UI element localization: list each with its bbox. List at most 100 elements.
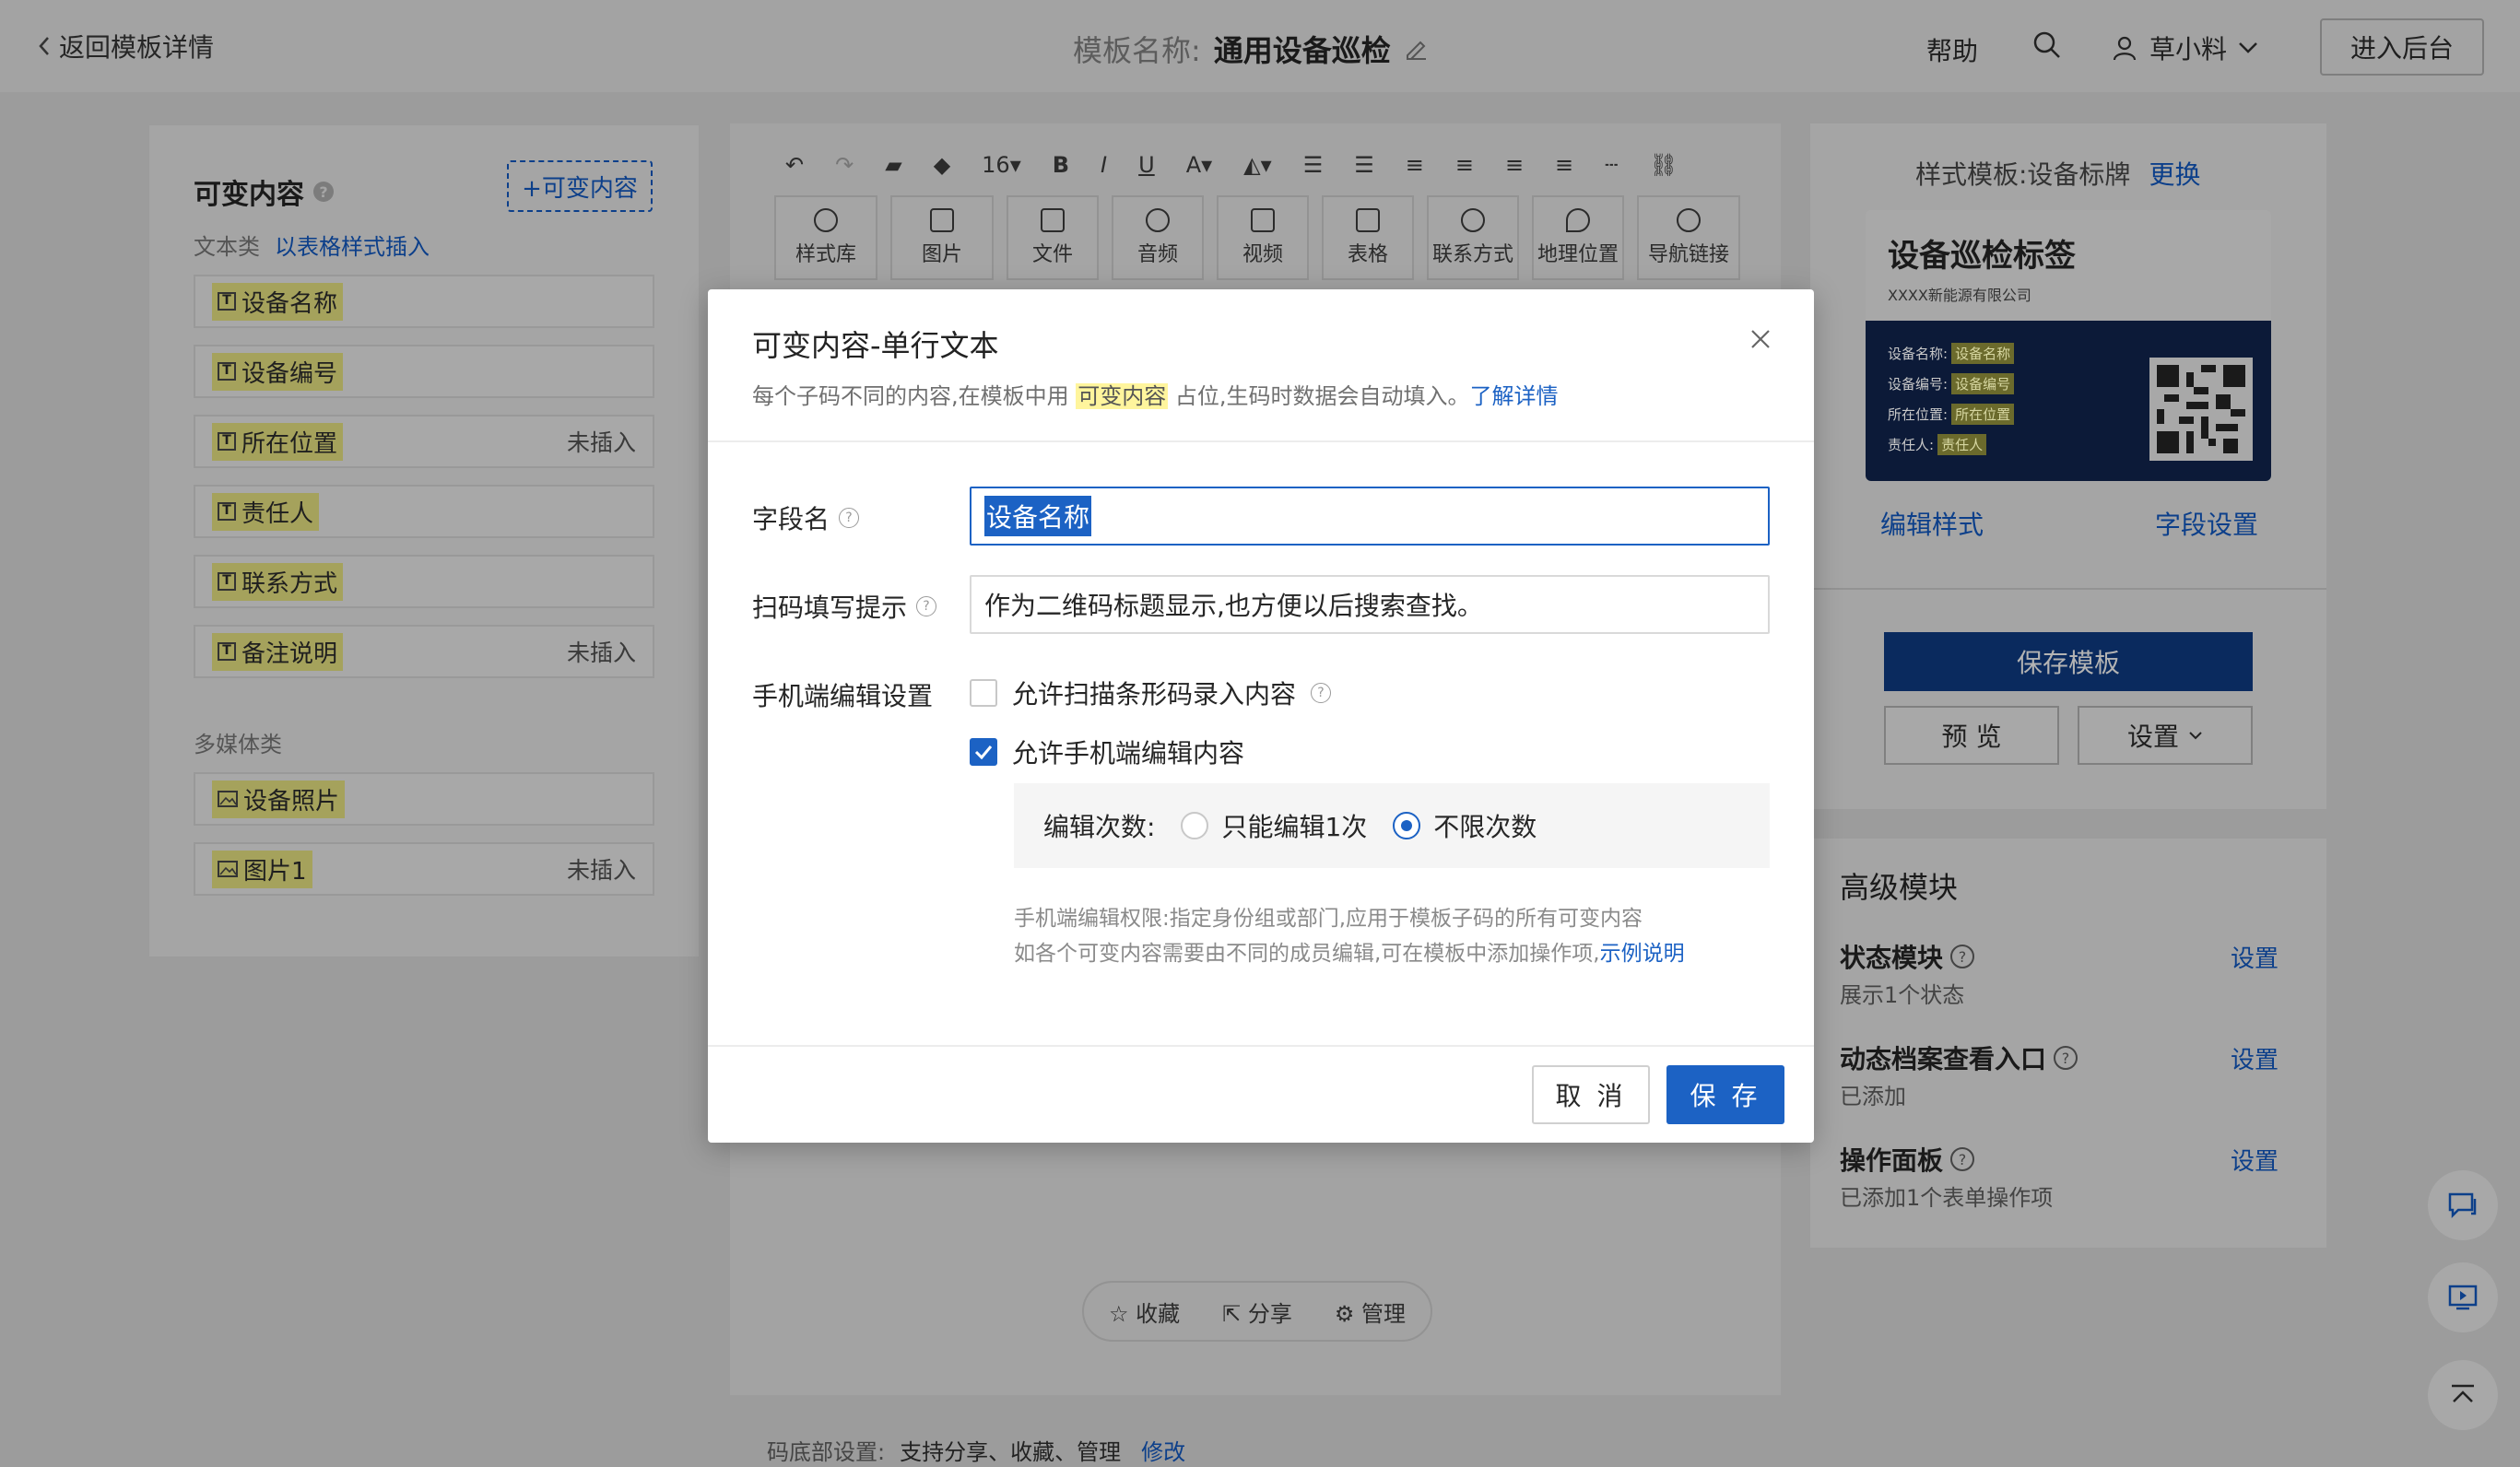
variable-label: 联系方式: [241, 569, 338, 598]
align-left-icon[interactable]: ≡: [1406, 152, 1424, 178]
save-button[interactable]: 保 存: [1666, 1065, 1784, 1124]
file-icon: [1041, 208, 1065, 232]
template-name: 通用设备巡检: [1213, 33, 1391, 68]
card-row-value: 责任人: [1937, 434, 1987, 455]
close-icon[interactable]: [1749, 328, 1772, 350]
share-button[interactable]: ⇱ 分享: [1222, 1296, 1292, 1328]
radio-selected[interactable]: [1393, 812, 1421, 839]
module-settings-link[interactable]: 设置: [2231, 940, 2279, 974]
eraser-icon[interactable]: ◆: [934, 152, 950, 178]
learn-more-link[interactable]: 了解详情: [1470, 383, 1559, 409]
image-button[interactable]: 图片: [890, 195, 994, 280]
table-button[interactable]: 表格: [1322, 195, 1414, 280]
back-link[interactable]: 返回模板详情: [37, 28, 214, 65]
variable-item-image1[interactable]: 图片1 未插入: [194, 842, 654, 896]
link-icon[interactable]: ⛓: [1650, 152, 1678, 178]
checkbox-unchecked[interactable]: [970, 679, 997, 707]
footer-modify-link[interactable]: 修改: [1141, 1439, 1185, 1465]
edit-once-radio[interactable]: 只能编辑1次: [1181, 807, 1367, 844]
edit-count-group: 编辑次数: 只能编辑1次 不限次数: [1014, 783, 1770, 868]
settings-dropdown[interactable]: 设置: [2078, 706, 2253, 765]
file-button[interactable]: 文件: [1007, 195, 1099, 280]
help-circle-icon[interactable]: ?: [313, 182, 334, 202]
variable-status: 未插入: [566, 640, 636, 666]
video-guide-fab[interactable]: [2428, 1262, 2498, 1332]
field-settings-link[interactable]: 字段设置: [2155, 505, 2258, 542]
help-circle-icon[interactable]: ?: [1950, 945, 1975, 968]
variable-text-dialog: 可变内容-单行文本 每个子码不同的内容,在模板中用 可变内容 占位,生码时数据会…: [708, 289, 1814, 1143]
chat-fab[interactable]: [2428, 1170, 2498, 1240]
enter-admin-button[interactable]: 进入后台: [2320, 18, 2484, 76]
permission-note: 手机端编辑权限:指定身份组或部门,应用于模板子码的所有可变内容 如各个可变内容需…: [1014, 901, 1685, 971]
allow-barcode-checkbox[interactable]: 允许扫描条形码录入内容 ?: [970, 675, 1332, 711]
help-circle-icon[interactable]: ?: [839, 508, 860, 528]
tool-label: 联系方式: [1431, 243, 1513, 266]
help-circle-icon[interactable]: ?: [916, 596, 937, 616]
edit-pencil-icon[interactable]: [1404, 37, 1428, 61]
back-to-top-fab[interactable]: [2428, 1360, 2498, 1430]
help-circle-icon[interactable]: ?: [2054, 1046, 2078, 1070]
variable-item-location[interactable]: T 所在位置 未插入: [194, 415, 654, 468]
location-button[interactable]: 地理位置: [1532, 195, 1624, 280]
variable-item-device-id[interactable]: T 设备编号: [194, 345, 654, 398]
change-style-link[interactable]: 更换: [2149, 159, 2200, 190]
manage-button[interactable]: ⚙ 管理: [1335, 1296, 1406, 1328]
module-settings-link[interactable]: 设置: [2231, 1143, 2279, 1177]
template-title: 模板名称: 通用设备巡检: [1073, 28, 1428, 70]
italic-icon[interactable]: I: [1101, 152, 1107, 178]
video-icon: [1251, 208, 1275, 232]
allow-mobile-edit-checkbox[interactable]: 允许手机端编辑内容: [970, 734, 1244, 770]
variable-item-owner[interactable]: T 责任人: [194, 485, 654, 538]
chevron-down-icon: [2188, 731, 2203, 740]
cancel-button[interactable]: 取 消: [1532, 1065, 1650, 1124]
undo-icon[interactable]: ↶: [785, 152, 804, 178]
help-circle-icon[interactable]: ?: [1311, 683, 1332, 703]
edit-unlimited-radio[interactable]: 不限次数: [1393, 807, 1537, 844]
preview-button[interactable]: 预 览: [1884, 706, 2059, 765]
nav-link-button[interactable]: 导航链接: [1637, 195, 1740, 280]
highlight-icon[interactable]: ◭▾: [1243, 152, 1272, 178]
insert-as-table-link[interactable]: 以表格样式插入: [275, 234, 430, 260]
variable-content-panel: 可变内容 ? +可变内容 文本类 以表格样式插入 T 设备名称 T 设备编号 T 所在位…: [149, 125, 699, 956]
video-button[interactable]: 视频: [1217, 195, 1309, 280]
bold-icon[interactable]: B: [1053, 152, 1069, 178]
user-menu[interactable]: 草小料: [2111, 29, 2258, 66]
radio-unselected[interactable]: [1181, 812, 1209, 839]
edit-count-label: 编辑次数:: [1043, 812, 1156, 842]
add-variable-button[interactable]: +可变内容: [507, 160, 653, 212]
edit-style-link[interactable]: 编辑样式: [1880, 505, 1984, 542]
format-painter-icon[interactable]: ▰: [885, 152, 901, 178]
checkbox-checked[interactable]: [970, 738, 997, 766]
module-name-text: 状态模块: [1840, 943, 1944, 973]
collect-button[interactable]: ☆ 收藏: [1109, 1296, 1180, 1328]
save-template-button[interactable]: 保存模板: [1884, 632, 2253, 691]
variable-item-device-photo[interactable]: 设备照片: [194, 772, 654, 826]
help-link[interactable]: 帮助: [1926, 31, 1978, 68]
audio-button[interactable]: 音频: [1112, 195, 1204, 280]
variable-item-remarks[interactable]: T 备注说明 未插入: [194, 625, 654, 678]
align-right-icon[interactable]: ≡: [1505, 152, 1524, 178]
help-circle-icon[interactable]: ?: [1950, 1147, 1975, 1171]
style-library-button[interactable]: 样式库: [774, 195, 877, 280]
module-settings-link[interactable]: 设置: [2231, 1041, 2279, 1075]
redo-icon[interactable]: ↷: [835, 152, 854, 178]
variable-item-contact[interactable]: T 联系方式: [194, 555, 654, 608]
scan-hint-input[interactable]: 作为二维码标题显示,也方便以后搜索查找。: [970, 575, 1770, 634]
justify-icon[interactable]: ≡: [1555, 152, 1573, 178]
card-row-value: 设备名称: [1951, 343, 2015, 364]
desc-text: 每个子码不同的内容,在模板中用: [752, 383, 1069, 409]
field-name-input[interactable]: 设备名称: [970, 487, 1770, 546]
font-size-select[interactable]: 16▾: [982, 152, 1021, 178]
ordered-list-icon[interactable]: ☰: [1303, 152, 1324, 178]
field-name-value: 设备名称: [984, 496, 1092, 536]
align-center-icon[interactable]: ≡: [1455, 152, 1474, 178]
underline-icon[interactable]: U: [1138, 152, 1155, 178]
divider-icon[interactable]: ┄: [1605, 152, 1618, 178]
variable-item-device-name[interactable]: T 设备名称: [194, 275, 654, 328]
contact-button[interactable]: 联系方式: [1427, 195, 1519, 280]
search-icon[interactable]: [2031, 29, 2063, 61]
bullet-list-icon[interactable]: ☰: [1354, 152, 1374, 178]
font-color-icon[interactable]: A▾: [1186, 152, 1212, 178]
variable-label: 设备名称: [241, 289, 338, 318]
example-link[interactable]: 示例说明: [1600, 942, 1685, 966]
